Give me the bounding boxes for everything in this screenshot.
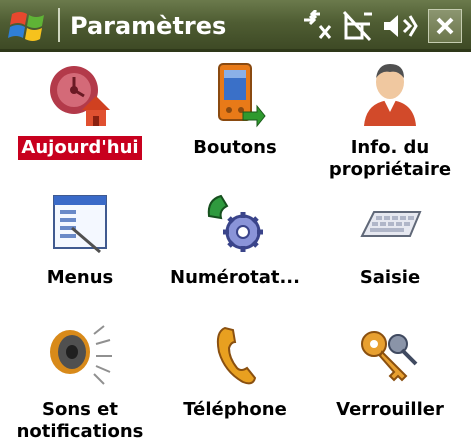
buttons-device-icon [218, 63, 266, 128]
today-house-icon [50, 66, 110, 126]
settings-item-label: Menus [46, 267, 114, 288]
settings-item-phone[interactable]: Téléphone [160, 322, 310, 422]
settings-item-label: Téléphone [183, 399, 287, 420]
settings-item-today[interactable]: Aujourd'hui [5, 60, 155, 160]
menus-window-icon [53, 195, 107, 254]
title-bar: Paramètres [0, 0, 471, 52]
settings-item-label: Info. du propriétaire [328, 137, 452, 180]
windows-start-icon[interactable] [6, 8, 52, 46]
owner-info-icon [364, 64, 416, 126]
settings-item-sounds[interactable]: Sons et notifications [5, 322, 155, 444]
telephone-handset-icon [216, 326, 257, 385]
settings-item-label: Boutons [193, 137, 277, 158]
settings-item-dialing[interactable]: Numérotat... [160, 190, 310, 290]
settings-item-label: Aujourd'hui [18, 136, 142, 160]
settings-item-owner-info[interactable]: Info. du propriétaire [315, 60, 465, 182]
settings-item-label: Sons et notifications [16, 399, 144, 442]
settings-item-label: Numérotat... [170, 267, 300, 288]
keyboard-input-icon [360, 211, 422, 237]
title-separator [58, 8, 60, 42]
close-button[interactable] [428, 9, 462, 43]
connectivity-icon[interactable] [300, 10, 336, 42]
speaker-sounds-icon [50, 325, 112, 385]
settings-item-lock[interactable]: Verrouiller [315, 322, 465, 422]
close-icon [436, 17, 454, 35]
window-title: Paramètres [70, 12, 227, 40]
settings-item-menus[interactable]: Menus [5, 190, 155, 290]
settings-item-buttons[interactable]: Boutons [160, 60, 310, 160]
settings-item-label: Verrouiller [336, 399, 444, 420]
dialing-gear-icon [207, 194, 263, 252]
volume-icon[interactable] [382, 10, 418, 42]
settings-item-input[interactable]: Saisie [315, 190, 465, 290]
settings-item-label: Saisie [359, 267, 421, 288]
phone-signal-off-icon[interactable] [340, 10, 376, 42]
lock-keys-icon [361, 331, 418, 382]
